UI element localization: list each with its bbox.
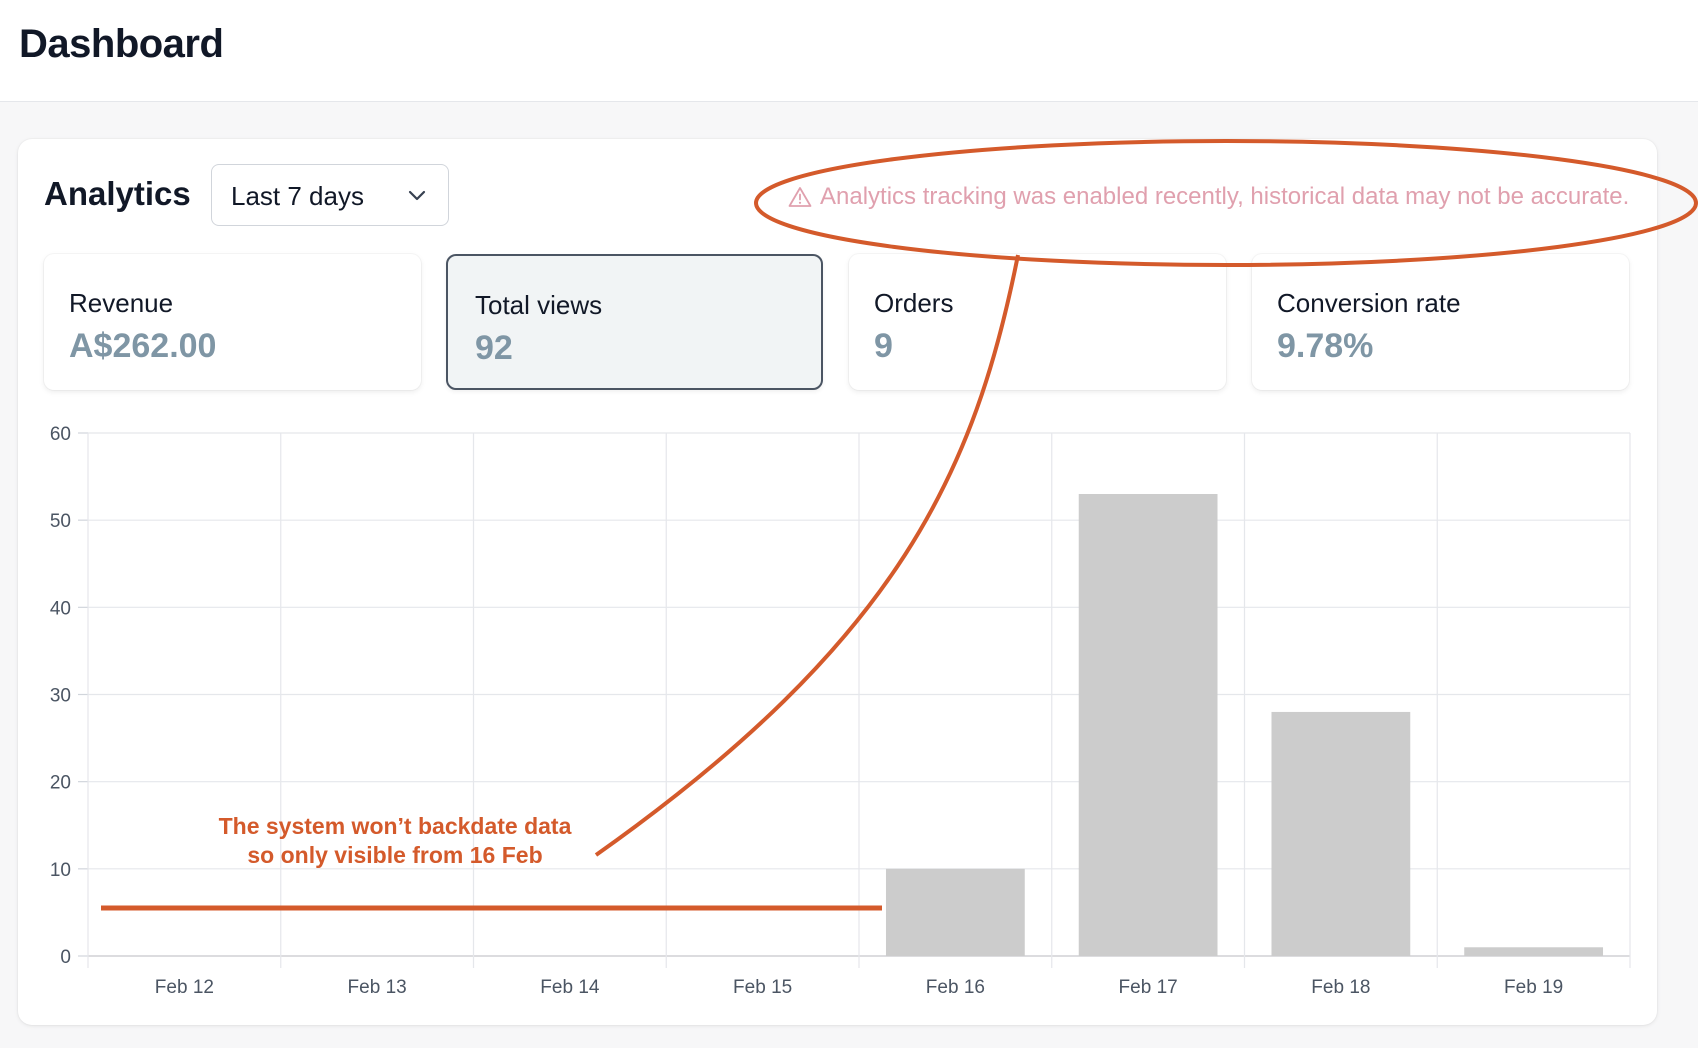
stat-value: A$262.00 bbox=[69, 327, 217, 365]
top-bar: Dashboard bbox=[0, 0, 1698, 102]
tracking-warning: Analytics tracking was enabled recently,… bbox=[788, 183, 1629, 211]
stat-label: Orders bbox=[874, 288, 954, 318]
stat-card-conversion-rate[interactable]: Conversion rate 9.78% bbox=[1252, 254, 1629, 390]
stat-label: Total views bbox=[475, 290, 603, 320]
chevron-down-icon bbox=[408, 190, 426, 201]
warning-icon bbox=[788, 187, 812, 207]
warning-text: Analytics tracking was enabled recently,… bbox=[820, 183, 1630, 210]
analytics-card: Analytics Last 7 days Analytics tracking… bbox=[18, 139, 1657, 1025]
analytics-title: Analytics bbox=[44, 175, 191, 212]
stat-card-orders[interactable]: Orders 9 bbox=[849, 254, 1226, 390]
stat-card-total-views[interactable]: Total views 92 bbox=[446, 254, 823, 390]
period-dropdown[interactable]: Last 7 days bbox=[211, 164, 449, 226]
period-selected-value: Last 7 days bbox=[231, 181, 364, 211]
page-title: Dashboard bbox=[19, 22, 224, 66]
stat-value: 9.78% bbox=[1277, 327, 1374, 365]
stat-card-revenue[interactable]: Revenue A$262.00 bbox=[44, 254, 421, 390]
stat-value: 9 bbox=[874, 327, 893, 365]
stat-label: Conversion rate bbox=[1277, 288, 1461, 318]
stat-value: 92 bbox=[475, 329, 513, 367]
stat-label: Revenue bbox=[69, 288, 174, 318]
